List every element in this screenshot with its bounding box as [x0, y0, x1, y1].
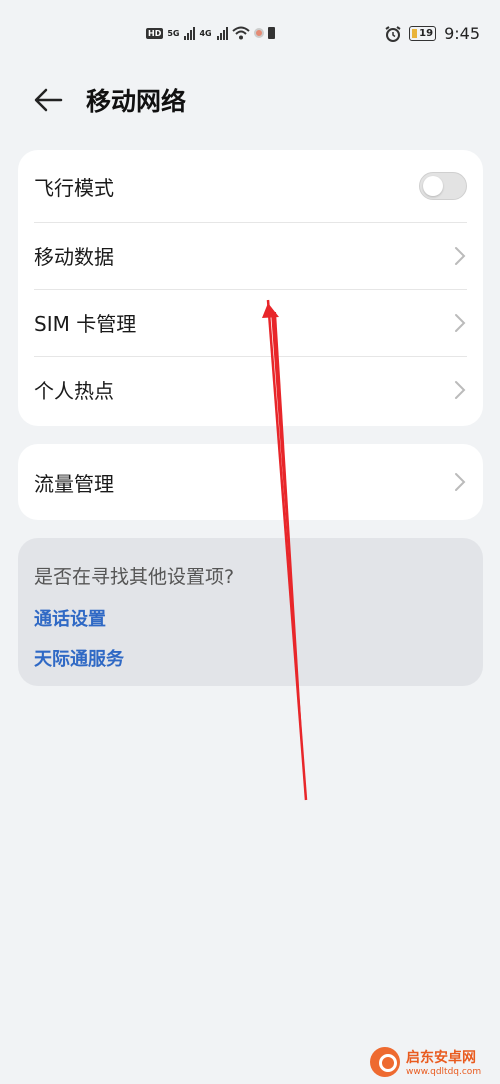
- watermark: 启东安卓网 www.qdltdq.com: [370, 1043, 495, 1081]
- chevron-right-icon: [455, 380, 466, 399]
- page-title: 移动网络: [86, 87, 187, 116]
- battery-saver-icon: [267, 27, 275, 39]
- header: 移动网络: [0, 78, 500, 122]
- status-right: 19 9:45: [385, 24, 480, 43]
- sim-management-row[interactable]: SIM 卡管理: [18, 289, 483, 356]
- traffic-card: 流量管理: [18, 444, 483, 520]
- battery-level: 19: [419, 28, 434, 39]
- mobile-data-label: 移动数据: [34, 245, 114, 269]
- airplane-mode-toggle[interactable]: [419, 172, 467, 200]
- mobile-data-row[interactable]: 移动数据: [18, 222, 483, 289]
- toggle-knob: [423, 176, 443, 196]
- chevron-right-icon: [455, 473, 466, 491]
- signal-icon: [216, 26, 228, 40]
- traffic-management-row[interactable]: 流量管理: [18, 444, 483, 520]
- suggestions-card: 是否在寻找其他设置项? 通话设置 天际通服务: [18, 538, 483, 686]
- airplane-mode-label: 飞行模式: [34, 175, 114, 200]
- settings-card: 飞行模式 移动数据 SIM 卡管理 个人热点: [18, 150, 483, 426]
- suggestions-title: 是否在寻找其他设置项?: [34, 566, 235, 588]
- chevron-right-icon: [455, 246, 466, 265]
- traffic-management-label: 流量管理: [34, 471, 114, 496]
- personal-hotspot-row[interactable]: 个人热点: [18, 356, 483, 423]
- watermark-url: www.qdltdq.com: [406, 1067, 482, 1077]
- watermark-text: 启东安卓网 www.qdltdq.com: [406, 1047, 481, 1077]
- status-bar: HD 5G 4G 19 9:45: [0, 0, 500, 70]
- sim-management-label: SIM 卡管理: [34, 312, 137, 336]
- wifi-icon: [231, 26, 250, 40]
- status-left: HD 5G 4G: [146, 26, 275, 40]
- airplane-mode-row[interactable]: 飞行模式: [18, 150, 483, 222]
- net-label-5g: 5G: [167, 28, 180, 38]
- alarm-icon: [385, 25, 401, 42]
- watermark-logo-icon: [370, 1047, 400, 1077]
- skytone-service-link[interactable]: 天际通服务: [34, 645, 467, 671]
- chevron-right-icon: [455, 313, 466, 332]
- net-label-4g: 4G: [199, 28, 212, 38]
- watermark-title: 启东安卓网: [406, 1050, 476, 1066]
- back-arrow-icon: [34, 88, 63, 112]
- back-button[interactable]: [30, 82, 66, 118]
- clock: 9:45: [444, 24, 480, 43]
- signal-icon: [184, 26, 196, 40]
- hd-icon: HD: [146, 27, 164, 39]
- personal-hotspot-label: 个人热点: [34, 379, 114, 403]
- call-settings-link[interactable]: 通话设置: [34, 605, 467, 631]
- battery-icon: 19: [409, 26, 437, 41]
- app-notification-icon: [253, 28, 264, 38]
